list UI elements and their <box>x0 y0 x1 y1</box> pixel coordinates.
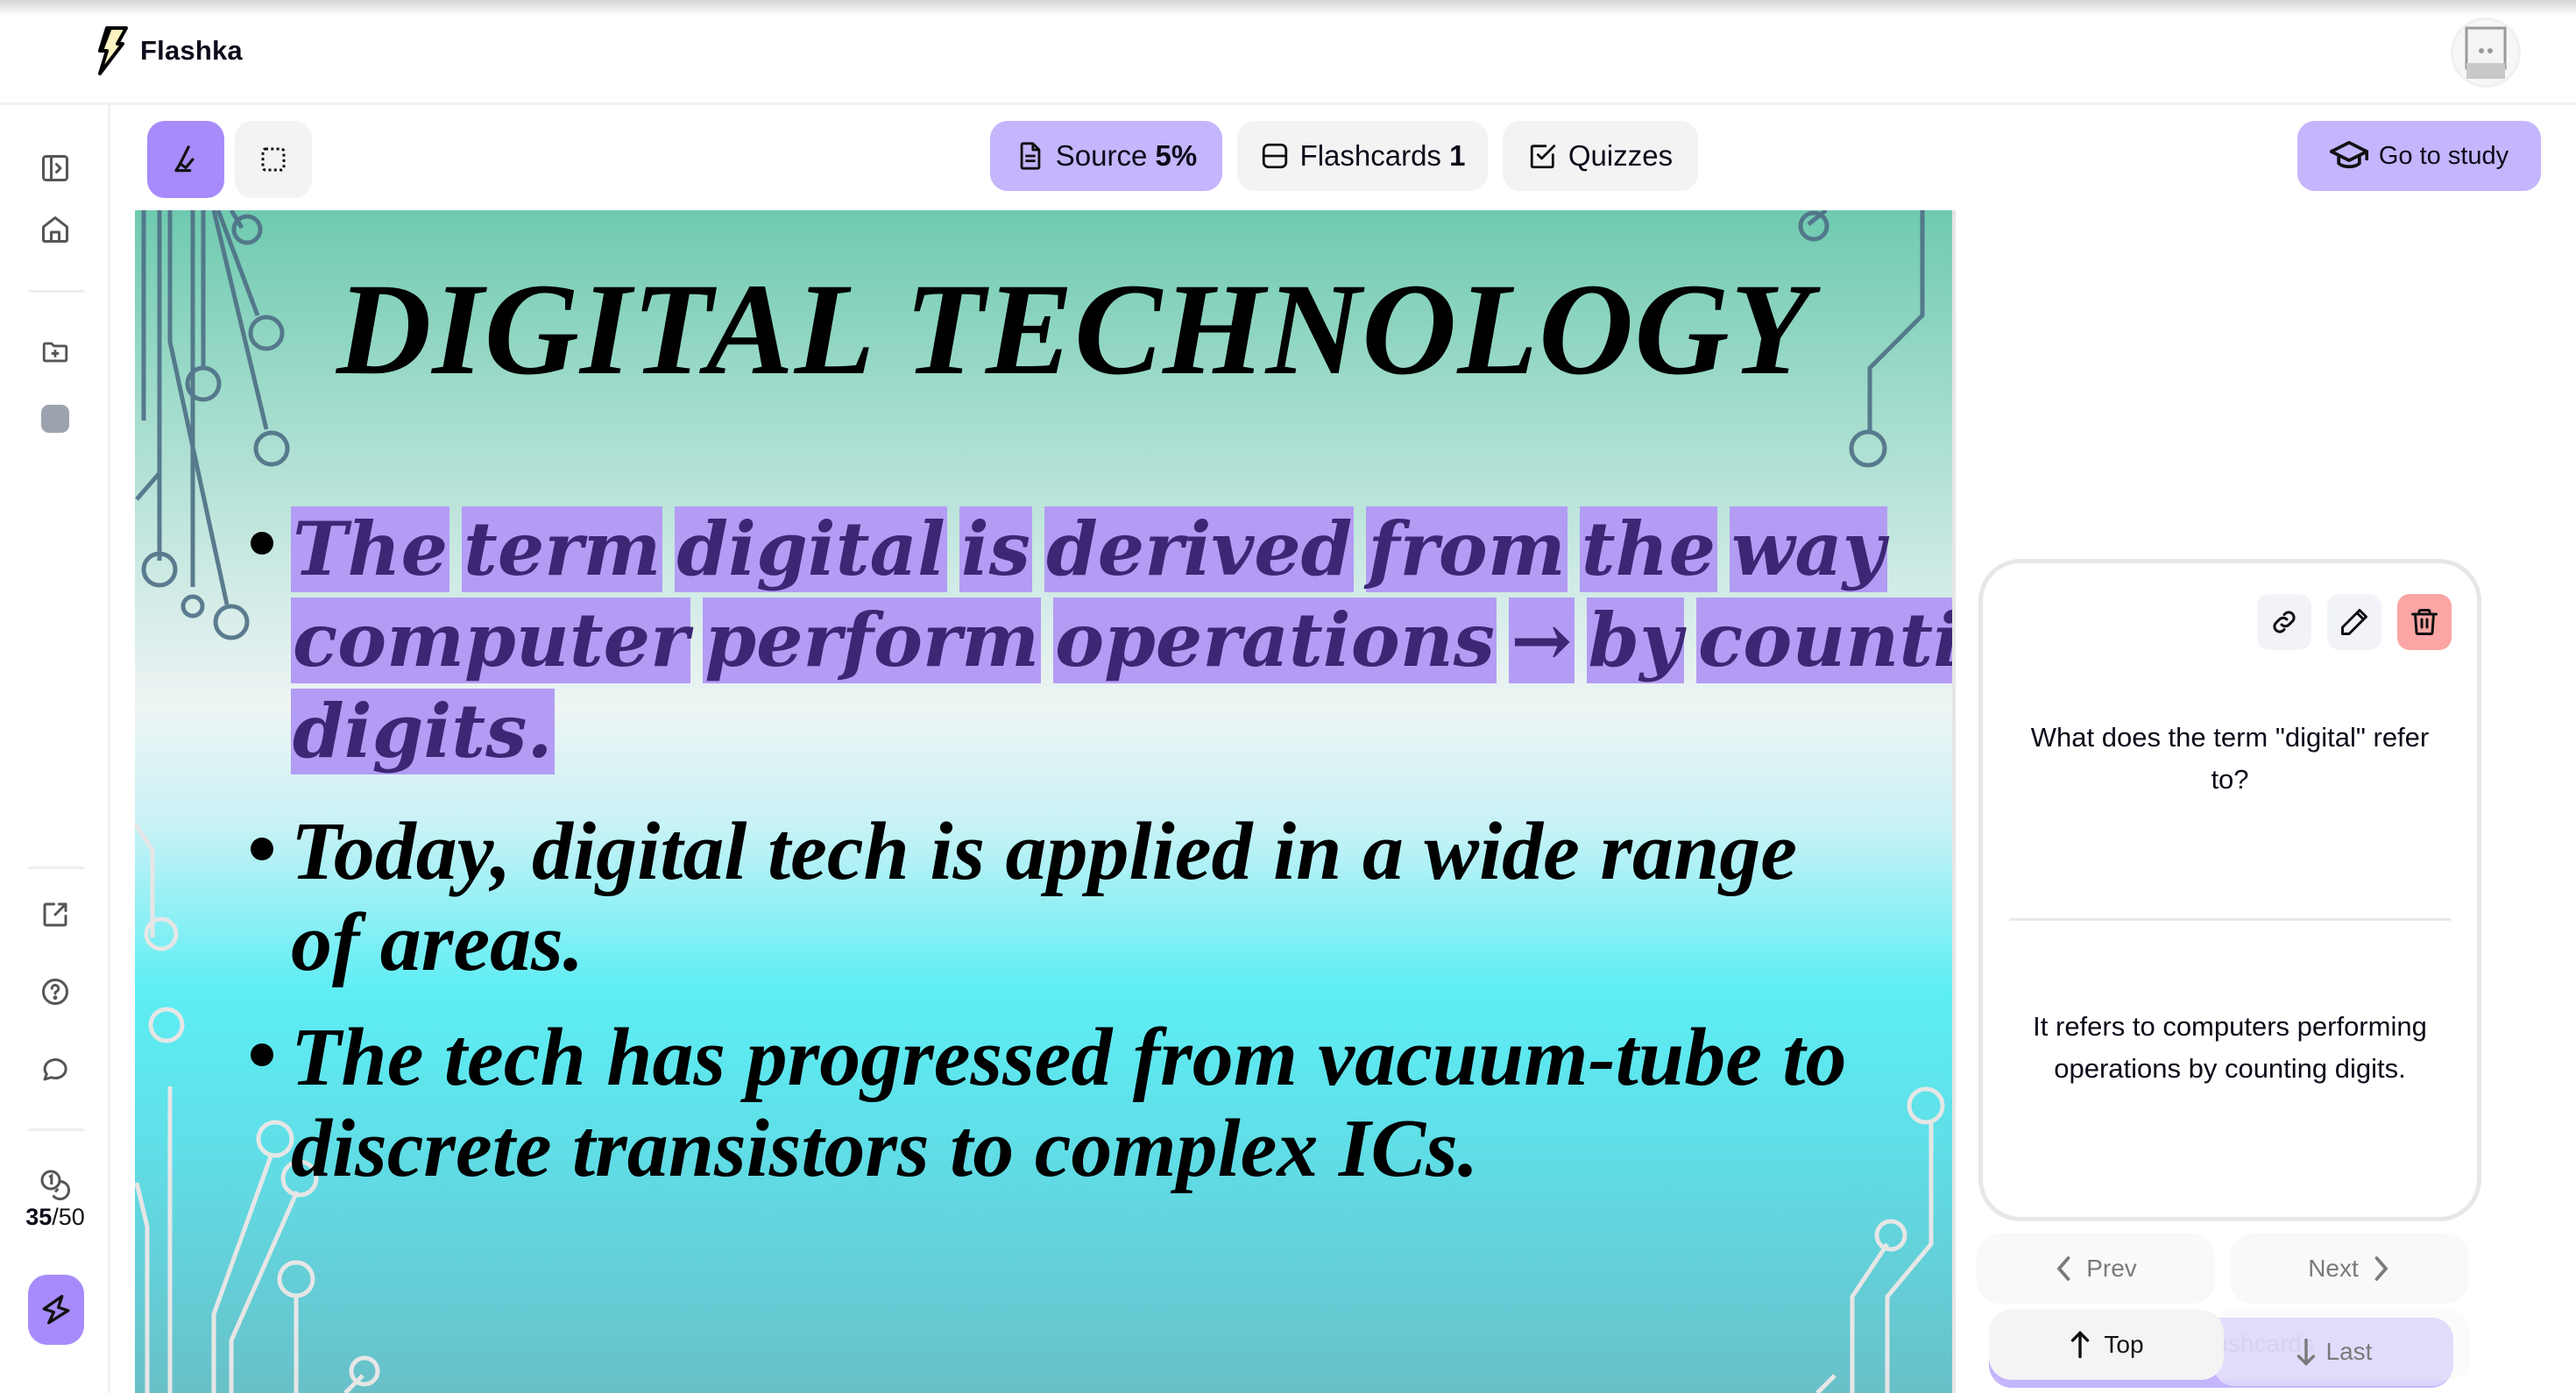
sidebar-toggle-icon <box>42 155 68 181</box>
highlighter-icon <box>174 145 195 173</box>
tab-quizzes-label: Quizzes <box>1568 139 1674 172</box>
delete-flashcard-button[interactable] <box>2397 594 2452 650</box>
source-slide: DIGITAL TECHNOLOGY The term digital is deriv… <box>135 210 1956 1393</box>
highlighted-word[interactable]: the <box>1579 506 1718 592</box>
highlighted-word[interactable]: term <box>462 506 663 592</box>
prev-label: Prev <box>2086 1255 2137 1282</box>
trash-icon <box>2411 609 2438 635</box>
highlighted-word[interactable]: digits. <box>291 689 555 774</box>
sidebar-item-folder[interactable] <box>38 401 73 436</box>
app-header: Flashka <box>0 0 2576 105</box>
bullet-dot <box>251 838 273 860</box>
link-icon <box>2273 611 2296 633</box>
credits-counter: 35/50 <box>0 1167 110 1231</box>
last-label: Last <box>2325 1338 2373 1365</box>
sidebar-item-external-link[interactable] <box>38 897 73 932</box>
bullet-line: of areas. <box>291 897 584 988</box>
credits-used: 35 <box>25 1204 53 1230</box>
sidebar-divider <box>28 866 84 869</box>
highlighted-word[interactable]: by <box>1586 598 1685 683</box>
go-to-study-button[interactable]: Go to study <box>2297 121 2541 191</box>
credits-separator: / <box>52 1204 59 1230</box>
folder-color-icon <box>41 405 69 433</box>
home-icon <box>42 216 68 243</box>
sidebar-divider <box>28 290 84 293</box>
highlighted-word[interactable]: perform <box>703 598 1042 683</box>
graduation-cap-icon <box>2329 140 2368 169</box>
sidebar-toggle-button[interactable] <box>38 151 73 186</box>
bullet-line: discrete transistors to complex ICs. <box>291 1103 1479 1194</box>
sidebar-item-new-folder[interactable] <box>38 335 73 370</box>
top-label: Top <box>2104 1331 2144 1358</box>
highlighted-word[interactable]: computer <box>291 598 691 683</box>
document-icon <box>1020 142 1041 170</box>
bullet-dot <box>251 1043 273 1066</box>
highlighted-word[interactable]: is <box>959 506 1033 592</box>
user-avatar[interactable] <box>2451 18 2521 88</box>
pencil-icon <box>2341 609 2367 635</box>
app-logo[interactable]: Flashka <box>95 26 243 75</box>
slide-title: DIGITAL TECHNOLOGY <box>336 257 1812 402</box>
flashcard[interactable]: What does the term "digital" refer to? I… <box>1978 559 2481 1221</box>
area-select-tool-button[interactable] <box>235 121 312 198</box>
chevron-left-icon <box>2056 1256 2070 1281</box>
next-button[interactable]: Next <box>2230 1234 2468 1304</box>
highlighted-word[interactable]: digital <box>675 506 947 592</box>
bullet-dot <box>251 532 273 555</box>
prev-button[interactable]: Prev <box>1977 1234 2215 1304</box>
highlighted-word[interactable]: The <box>291 506 450 592</box>
edit-flashcard-button[interactable] <box>2327 594 2381 650</box>
avatar-robot-icon <box>2465 26 2507 79</box>
lightning-bolt-icon <box>42 1294 70 1325</box>
tab-flashcards-badge: 1 <box>1449 139 1466 172</box>
generate-button[interactable] <box>28 1275 84 1345</box>
tab-source-label: Source <box>1055 139 1148 172</box>
highlighted-word[interactable]: way <box>1730 506 1887 592</box>
highlighted-word[interactable]: operations <box>1053 598 1497 683</box>
arrow-down-icon <box>2296 1338 2315 1367</box>
flashcard-answer: It refers to computers performing operat… <box>2033 1011 2427 1084</box>
highlighted-word[interactable]: derived <box>1044 506 1355 592</box>
arrow-up-icon <box>2071 1330 2090 1359</box>
flashcard-divider <box>2009 918 2451 921</box>
tab-source[interactable]: Source 5% <box>990 121 1222 191</box>
folder-plus-icon <box>42 342 68 363</box>
highlighted-word[interactable]: → <box>1509 598 1575 683</box>
last-button[interactable]: Last <box>2213 1318 2453 1386</box>
tab-source-badge: 5% <box>1155 139 1198 172</box>
tab-quizzes[interactable]: Quizzes <box>1503 121 1698 191</box>
coins-icon <box>40 1170 71 1201</box>
sidebar-item-feedback[interactable] <box>38 1051 73 1086</box>
bullet-line: Today, digital tech is applied in a wide… <box>291 806 1797 897</box>
highlighted-word[interactable]: from <box>1366 506 1568 592</box>
highlight-line: The term digital is derived from the way <box>291 504 1900 595</box>
lightning-bolt-icon <box>98 26 128 75</box>
checkbox-icon <box>1530 145 1556 169</box>
sidebar-item-help[interactable] <box>38 974 73 1009</box>
copy-link-button[interactable] <box>2257 594 2311 650</box>
sidebar-item-home[interactable] <box>38 212 73 247</box>
highlight-tool-button[interactable] <box>147 121 224 198</box>
card-icon <box>1262 143 1287 169</box>
flashcard-question: What does the term "digital" refer to? <box>2030 722 2430 795</box>
next-label: Next <box>2308 1255 2359 1282</box>
highlight-line: digits. <box>291 686 567 777</box>
tab-flashcards-label: Flashcards <box>1299 139 1441 172</box>
app-name: Flashka <box>140 35 243 66</box>
go-to-study-label: Go to study <box>2378 141 2509 170</box>
sidebar-divider <box>28 1128 84 1131</box>
external-link-icon <box>43 902 67 927</box>
chat-bubble-icon <box>43 1058 67 1081</box>
highlight-line: computerperformoperations→bycounting <box>291 595 1952 686</box>
window-top-shadow <box>0 0 2576 16</box>
tab-flashcards[interactable]: Flashcards 1 <box>1237 121 1488 191</box>
top-button[interactable]: Top <box>1989 1310 2224 1380</box>
dashed-rectangle-icon <box>261 147 286 172</box>
bullet-line: The tech has progressed from vacuum-tube… <box>291 1012 1847 1103</box>
credits-total: 50 <box>58 1204 85 1230</box>
chevron-right-icon <box>2374 1256 2388 1281</box>
help-circle-icon <box>42 979 68 1005</box>
left-sidebar: 35/50 <box>0 105 110 1393</box>
highlighted-word[interactable]: counting <box>1696 598 1952 683</box>
